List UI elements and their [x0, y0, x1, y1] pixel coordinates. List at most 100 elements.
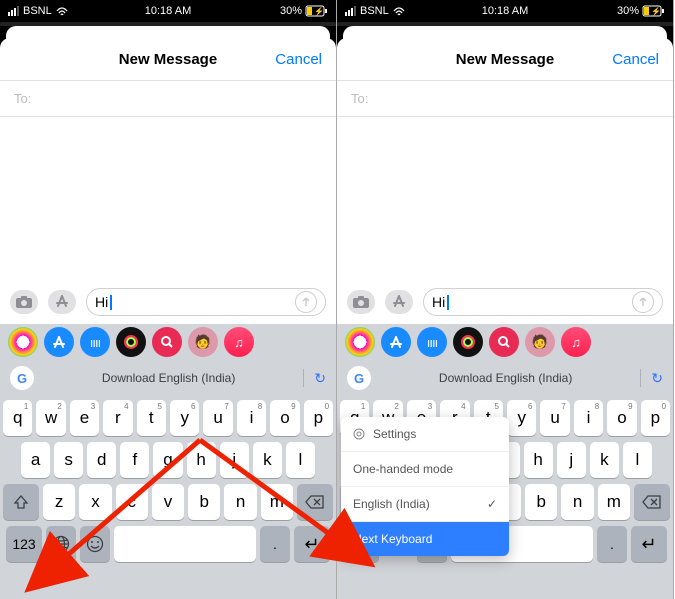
download-language-button[interactable]: Download English (India): [381, 371, 630, 385]
key-v[interactable]: v: [152, 484, 184, 520]
popup-language[interactable]: English (India)✓: [341, 487, 509, 522]
camera-button[interactable]: [347, 290, 375, 314]
key-o[interactable]: o9: [607, 400, 636, 436]
period-key[interactable]: .: [260, 526, 290, 562]
smile-icon: [86, 535, 104, 553]
key-x[interactable]: x: [79, 484, 111, 520]
key-s[interactable]: s: [54, 442, 83, 478]
key-q[interactable]: q1: [3, 400, 32, 436]
appstore-app-icon[interactable]: [381, 327, 411, 357]
popup-next-keyboard[interactable]: Next Keyboard: [341, 522, 509, 556]
appstore-button[interactable]: [48, 290, 76, 314]
globe-key[interactable]: [46, 526, 76, 562]
key-h[interactable]: h: [524, 442, 553, 478]
key-n[interactable]: n: [561, 484, 593, 520]
key-y[interactable]: y6: [507, 400, 536, 436]
key-r[interactable]: r4: [103, 400, 132, 436]
return-key[interactable]: ↵: [294, 526, 330, 562]
imessage-app-row[interactable]: ıııı 🧑 ♫: [337, 324, 673, 360]
key-b[interactable]: b: [525, 484, 557, 520]
cancel-button[interactable]: Cancel: [612, 51, 659, 68]
activity-app-icon[interactable]: [116, 327, 146, 357]
key-p[interactable]: p0: [304, 400, 333, 436]
space-key[interactable]: [114, 526, 256, 562]
search-app-icon[interactable]: [152, 327, 182, 357]
appstore-button[interactable]: [385, 290, 413, 314]
numbers-key[interactable]: 123: [6, 526, 42, 562]
backspace-icon: [306, 496, 324, 508]
keyboard: ıııı 🧑 ♫ G Download English (India) ↻ q1…: [0, 324, 336, 599]
key-g[interactable]: g: [153, 442, 182, 478]
send-button[interactable]: [295, 291, 317, 313]
key-c[interactable]: c: [116, 484, 148, 520]
to-field[interactable]: To:: [0, 80, 336, 117]
memoji-app-icon[interactable]: 🧑: [188, 327, 218, 357]
status-bar: BSNL 10:18 AM 30% ⚡: [337, 0, 673, 22]
imessage-app-row[interactable]: ıııı 🧑 ♫: [0, 324, 336, 360]
key-l[interactable]: l: [623, 442, 652, 478]
google-logo-icon[interactable]: G: [10, 366, 34, 390]
search-app-icon[interactable]: [489, 327, 519, 357]
key-d[interactable]: d: [87, 442, 116, 478]
key-j[interactable]: j: [220, 442, 249, 478]
keyboard: ıııı 🧑 ♫ G Download English (India) ↻ q1…: [337, 324, 673, 599]
refresh-button[interactable]: ↻: [651, 370, 663, 387]
key-row-2: asdfghjkl: [3, 442, 333, 478]
period-key[interactable]: .: [597, 526, 627, 562]
to-field[interactable]: To:: [337, 80, 673, 117]
photos-app-icon[interactable]: [8, 327, 38, 357]
audio-app-icon[interactable]: ıııı: [80, 327, 110, 357]
memoji-app-icon[interactable]: 🧑: [525, 327, 555, 357]
key-h[interactable]: h: [187, 442, 216, 478]
send-button[interactable]: [632, 291, 654, 313]
key-k[interactable]: k: [590, 442, 619, 478]
key-row-bottom: 123 . ↵: [3, 526, 333, 566]
appstore-app-icon[interactable]: [44, 327, 74, 357]
key-b[interactable]: b: [188, 484, 220, 520]
backspace-key[interactable]: [634, 484, 670, 520]
key-o[interactable]: o9: [270, 400, 299, 436]
key-n[interactable]: n: [224, 484, 256, 520]
key-m[interactable]: m: [261, 484, 293, 520]
key-e[interactable]: e3: [70, 400, 99, 436]
camera-button[interactable]: [10, 290, 38, 314]
backspace-key[interactable]: [297, 484, 333, 520]
popup-settings[interactable]: Settings: [341, 417, 509, 452]
activity-app-icon[interactable]: [453, 327, 483, 357]
key-u[interactable]: u7: [203, 400, 232, 436]
key-m[interactable]: m: [598, 484, 630, 520]
key-t[interactable]: t5: [137, 400, 166, 436]
check-icon: ✓: [487, 497, 497, 511]
key-j[interactable]: j: [557, 442, 586, 478]
appstore-icon: [392, 295, 406, 309]
music-app-icon[interactable]: ♫: [224, 327, 254, 357]
key-z[interactable]: z: [43, 484, 75, 520]
globe-icon: [52, 535, 70, 553]
cancel-button[interactable]: Cancel: [275, 51, 322, 68]
emoji-key[interactable]: [80, 526, 110, 562]
key-k[interactable]: k: [253, 442, 282, 478]
message-input[interactable]: Hi: [423, 288, 663, 316]
key-y[interactable]: y6: [170, 400, 199, 436]
key-l[interactable]: l: [286, 442, 315, 478]
key-f[interactable]: f: [120, 442, 149, 478]
refresh-button[interactable]: ↻: [314, 370, 326, 387]
audio-app-icon[interactable]: ıııı: [417, 327, 447, 357]
arrow-up-icon: [638, 297, 648, 307]
photos-app-icon[interactable]: [345, 327, 375, 357]
key-a[interactable]: a: [21, 442, 50, 478]
key-u[interactable]: u7: [540, 400, 569, 436]
shift-icon: [14, 495, 28, 509]
download-language-button[interactable]: Download English (India): [44, 371, 293, 385]
key-p[interactable]: p0: [641, 400, 670, 436]
gboard-suggestion-bar: G Download English (India) ↻: [337, 360, 673, 396]
message-input[interactable]: Hi: [86, 288, 326, 316]
key-i[interactable]: i8: [237, 400, 266, 436]
popup-one-handed[interactable]: One-handed mode: [341, 452, 509, 487]
key-w[interactable]: w2: [36, 400, 65, 436]
shift-key[interactable]: [3, 484, 39, 520]
return-key[interactable]: ↵: [631, 526, 667, 562]
key-i[interactable]: i8: [574, 400, 603, 436]
music-app-icon[interactable]: ♫: [561, 327, 591, 357]
google-logo-icon[interactable]: G: [347, 366, 371, 390]
